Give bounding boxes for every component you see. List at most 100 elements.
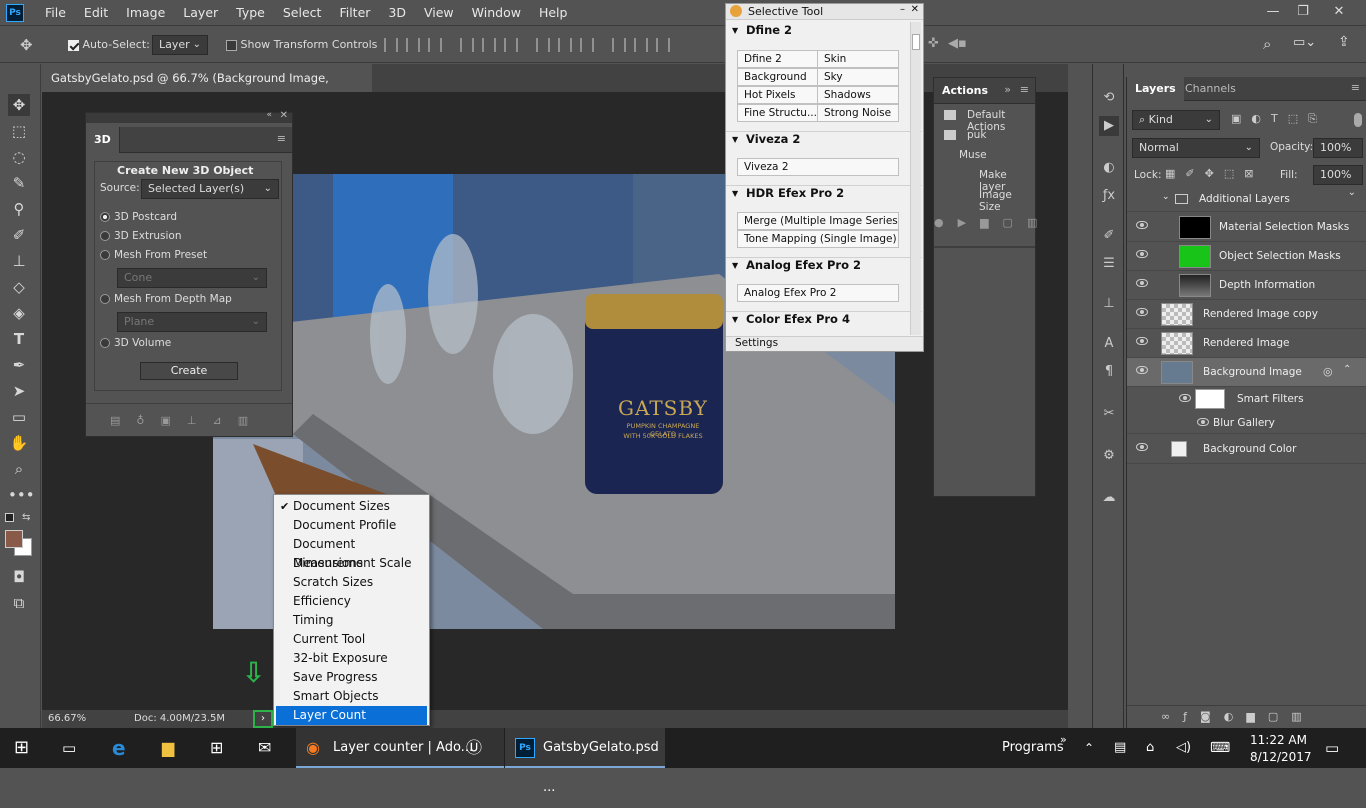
align-left-icon[interactable]: [460, 38, 474, 52]
clock-time[interactable]: 11:22 AM: [1250, 732, 1307, 748]
section-viveza[interactable]: Viveza 2: [726, 131, 922, 146]
minimize-button[interactable]: —: [1258, 0, 1288, 24]
menu-layer[interactable]: Layer: [174, 0, 227, 26]
status-menu-button[interactable]: ›: [253, 710, 273, 728]
layer-blur-gallery[interactable]: Blur Gallery: [1127, 412, 1366, 434]
layer-depth-information[interactable]: Depth Information: [1127, 271, 1366, 300]
menu-help[interactable]: Help: [530, 0, 577, 26]
zoom-level[interactable]: 66.67%: [48, 710, 86, 728]
filter-kind-dropdown[interactable]: ⌕ Kind: [1132, 110, 1220, 130]
analog-efex-button[interactable]: Analog Efex Pro 2: [737, 284, 899, 302]
layer-rendered-image-copy[interactable]: Rendered Image copy: [1127, 300, 1366, 329]
clone-source-icon[interactable]: ⊥: [1099, 294, 1119, 314]
panel-menu-icon[interactable]: ≡: [1020, 83, 1029, 96]
new-layer-icon[interactable]: ▢: [1268, 710, 1291, 723]
minimize-panel-icon[interactable]: –: [900, 4, 905, 15]
filter-light-icon[interactable]: ♁: [136, 414, 160, 427]
3d-camera-icon[interactable]: ◀▪: [948, 36, 967, 51]
link-layers-icon[interactable]: ∞: [1161, 710, 1183, 723]
lock-image-icon[interactable]: ✐: [1185, 167, 1204, 180]
filter-mesh-icon[interactable]: ▣: [160, 414, 186, 427]
distribute-vcenter-icon[interactable]: [558, 38, 572, 52]
section-color-efex[interactable]: Color Efex Pro 4: [726, 311, 922, 326]
layer-background-color[interactable]: Background Color: [1127, 435, 1366, 464]
filter-material-icon[interactable]: ⊥: [187, 414, 213, 427]
option-mesh-preset[interactable]: Mesh From Preset: [100, 249, 207, 261]
menu-type[interactable]: Type: [227, 0, 274, 26]
mail-icon[interactable]: ✉: [258, 728, 282, 768]
visibility-eye-icon[interactable]: [1136, 250, 1148, 258]
layer-group-additional[interactable]: ⌄ Additional Layers: [1127, 187, 1366, 212]
section-hdr-efex[interactable]: HDR Efex Pro 2: [726, 185, 922, 200]
menu-item-layer-count[interactable]: Layer Count: [276, 706, 427, 725]
menu-item-document-profile[interactable]: Document Profile: [276, 516, 427, 535]
panel-menu-icon[interactable]: ≡: [1351, 81, 1360, 94]
tools-icon[interactable]: ✂: [1099, 404, 1119, 424]
layer-object-selection-masks[interactable]: Object Selection Masks: [1127, 242, 1366, 271]
3d-panel-titlebar[interactable]: « ✕: [86, 110, 292, 123]
taskbar-photoshop[interactable]: Ps GatsbyGelato.psd ...: [505, 728, 665, 795]
align-top-icon[interactable]: [384, 38, 398, 52]
lock-transparent-icon[interactable]: ▦: [1165, 167, 1185, 180]
lock-all-icon[interactable]: ⊠: [1244, 167, 1263, 180]
tray-device-icon[interactable]: ▤: [1114, 728, 1126, 768]
filter-adjustment-icon[interactable]: ◐: [1251, 112, 1271, 125]
visibility-eye-icon[interactable]: [1179, 394, 1191, 402]
eraser-tool-icon[interactable]: ◇: [8, 276, 30, 298]
clock-date[interactable]: 8/12/2017: [1250, 749, 1312, 765]
keyboard-icon[interactable]: ⌨: [1210, 728, 1230, 768]
brush-settings-icon[interactable]: ✐: [1099, 226, 1119, 246]
pen-tool-icon[interactable]: ✒: [8, 354, 30, 376]
notifications-icon[interactable]: ▭: [1325, 728, 1339, 768]
restore-button[interactable]: ❐: [1288, 0, 1318, 24]
filter-smart-object-icon[interactable]: ⎘: [1308, 112, 1327, 125]
menu-filter[interactable]: Filter: [330, 0, 379, 26]
channels-tab[interactable]: Channels: [1177, 77, 1244, 101]
new-group-icon[interactable]: ▆: [1246, 710, 1267, 723]
creative-cloud-icon[interactable]: ☁: [1099, 488, 1119, 508]
volume-icon[interactable]: ◁): [1176, 728, 1191, 768]
lock-artboard-icon[interactable]: ⬚: [1224, 167, 1244, 180]
visibility-eye-icon[interactable]: [1136, 443, 1148, 451]
layer-material-selection-masks[interactable]: Material Selection Masks: [1127, 213, 1366, 242]
align-right-icon[interactable]: [504, 38, 518, 52]
delete-layer-icon[interactable]: ▥: [1291, 710, 1314, 723]
visibility-eye-icon[interactable]: [1197, 418, 1209, 426]
add-mask-icon[interactable]: ◙: [1200, 710, 1224, 723]
workspace-icon[interactable]: ▭⌄: [1293, 35, 1316, 50]
zoom-tool-icon[interactable]: ⌕: [8, 458, 30, 480]
screen-mode-icon[interactable]: ⧉: [8, 592, 30, 614]
menu-item-measurement-scale[interactable]: Measurement Scale: [276, 554, 427, 573]
menu-item-efficiency[interactable]: Efficiency: [276, 592, 427, 611]
section-analog-efex[interactable]: Analog Efex Pro 2: [726, 257, 922, 272]
quick-select-tool-icon[interactable]: ✎: [8, 172, 30, 194]
expand-icon[interactable]: »: [1004, 83, 1011, 96]
share-icon[interactable]: ⇪: [1338, 34, 1350, 50]
stamp-tool-icon[interactable]: ⊥: [8, 250, 30, 272]
swap-colors-icon[interactable]: ⇆: [22, 512, 30, 523]
hand-tool-icon[interactable]: ✋: [8, 432, 30, 454]
auto-select-toggle[interactable]: Auto-Select:: [68, 38, 150, 51]
3d-icon[interactable]: ⚙: [1099, 446, 1119, 466]
layers-tab[interactable]: Layers: [1127, 77, 1184, 101]
menu-image[interactable]: Image: [117, 0, 174, 26]
option-3d-extrusion[interactable]: 3D Extrusion: [100, 230, 182, 242]
search-icon[interactable]: ⌕: [1263, 35, 1271, 53]
menu-file[interactable]: File: [36, 0, 75, 26]
foreground-color-swatch[interactable]: [5, 530, 23, 548]
opacity-field[interactable]: 100%: [1313, 138, 1363, 158]
skin-button[interactable]: Skin: [817, 50, 899, 68]
close-button[interactable]: ✕: [1324, 0, 1354, 24]
selective-tool-scrollbar[interactable]: [910, 22, 921, 335]
visibility-eye-icon[interactable]: [1136, 366, 1148, 374]
unreal-icon[interactable]: Ⓤ: [466, 728, 494, 768]
menu-item-save-progress[interactable]: Save Progress: [276, 668, 427, 687]
fx-icon[interactable]: ƒ: [1183, 710, 1200, 723]
layer-smart-filters[interactable]: Smart Filters: [1127, 387, 1366, 411]
background-button[interactable]: Background: [737, 68, 819, 86]
3d-tab[interactable]: 3D: [86, 127, 120, 153]
menu-window[interactable]: Window: [463, 0, 530, 26]
menu-select[interactable]: Select: [274, 0, 331, 26]
fx-icon[interactable]: ƒx: [1099, 186, 1119, 206]
filter-type-icon[interactable]: T: [1271, 112, 1288, 125]
